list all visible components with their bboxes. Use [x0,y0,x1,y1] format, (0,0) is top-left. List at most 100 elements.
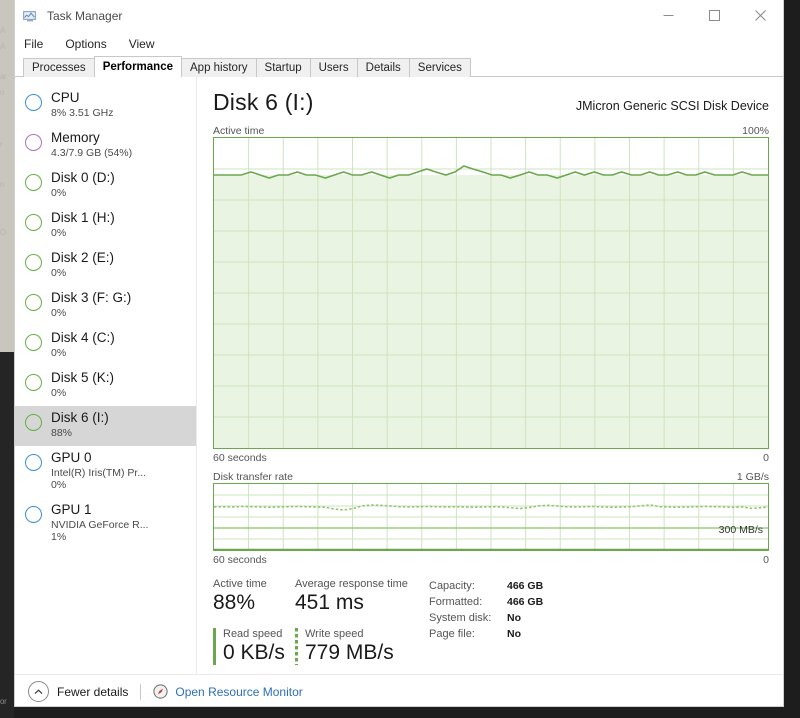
disk-ring-icon [25,254,42,271]
sidebar-item-label: Disk 0 (D:) [51,170,115,185]
sidebar-item-sub2: 0% [51,479,67,492]
graph1-axis-left: 60 seconds [213,452,267,464]
sidebar-item-disk-3[interactable]: Disk 3 (F: G:) 0% [15,286,196,326]
graph2-read-line [214,548,768,550]
disk-info-table: Capacity: 466 GB Formatted: 466 GB Syste… [429,578,543,665]
window-title: Task Manager [47,8,123,23]
sidebar-item-gpu-1[interactable]: GPU 1 NVIDIA GeForce R... 1% [15,498,196,550]
read-speed-legend: Read speed 0 KB/s [213,628,295,665]
sidebar-item-cpu[interactable]: CPU 8% 3.51 GHz [15,86,196,126]
task-manager-icon [22,8,38,24]
tab-users[interactable]: Users [309,58,358,77]
desktop-text-fragment: or [0,697,7,706]
disk-ring-icon [25,174,42,191]
sidebar-item-gpu-0[interactable]: GPU 0 Intel(R) Iris(TM) Pr... 0% [15,446,196,498]
read-speed-color-bar [213,628,216,665]
maximize-button[interactable] [691,0,737,31]
footer-divider [140,683,142,700]
fewer-details-button[interactable]: Fewer details [28,681,128,702]
read-speed-value: 0 KB/s [223,641,285,664]
menu-options[interactable]: Options [65,37,106,51]
stat-response-time: Average response time 451 ms Write speed… [295,578,413,665]
active-time-value: 88% [213,591,256,614]
graph1-title: Active time [213,125,265,137]
resource-monitor-icon [153,684,168,699]
write-speed-value: 779 MB/s [305,641,394,664]
graph2-labels: Disk transfer rate 1 GB/s [213,471,769,483]
chevron-up-icon [28,681,49,702]
disk-ring-icon [25,294,42,311]
sidebar-item-sub: Intel(R) Iris(TM) Pr... [51,467,147,480]
page-title: Disk 6 (I:) [213,89,314,115]
sidebar-item-disk-1[interactable]: Disk 1 (H:) 0% [15,206,196,246]
sidebar-item-label: Disk 1 (H:) [51,210,115,225]
graph2-mid-label: 300 MB/s [718,524,763,536]
sidebar-item-label: Disk 4 (C:) [51,330,115,345]
status-bar: Fewer details Open Resource Monitor [15,674,783,706]
graph1-axis: 60 seconds 0 [213,452,769,464]
sidebar-item-sub: 0% [51,227,67,240]
menu-view[interactable]: View [129,37,155,51]
device-name: JMicron Generic SCSI Disk Device [575,99,769,113]
gpu-ring-icon [25,454,42,471]
write-speed-color-bar [295,628,298,665]
sidebar-item-sub: 8% 3.51 GHz [51,107,114,120]
memory-ring-icon [25,134,42,151]
gpu-ring-icon [25,506,42,523]
desktop-background-dark [0,352,14,718]
sidebar-item-label: Disk 6 (I:) [51,410,109,425]
sidebar-item-disk-4[interactable]: Disk 4 (C:) 0% [15,326,196,366]
title-bar: Task Manager [15,0,783,31]
fewer-details-label: Fewer details [57,684,129,699]
menu-file[interactable]: File [24,37,43,51]
desktop-text-fragment: A [0,26,6,35]
stats-area: Active time 88% Read speed 0 KB/s Averag… [213,578,769,665]
info-key: Formatted: [429,596,483,608]
sidebar-item-disk-6[interactable]: Disk 6 (I:) 88% [15,406,196,446]
info-value: 466 GB [507,580,544,592]
graph2-axis-left: 60 seconds [213,554,267,566]
response-time-value: 451 ms [295,591,364,614]
tab-startup[interactable]: Startup [255,58,311,77]
info-value: No [507,612,521,624]
performance-main-panel: Disk 6 (I:) JMicron Generic SCSI Disk De… [197,77,783,674]
disk-ring-icon [25,214,42,231]
close-button[interactable] [737,0,783,31]
cpu-ring-icon [25,94,42,111]
info-key: System disk: [429,612,492,624]
menu-bar: File Options View [15,31,783,56]
window-controls [645,0,783,31]
sidebar-item-label: Disk 3 (F: G:) [51,290,132,305]
graph1-axis-right: 0 [763,452,769,464]
sidebar-item-label: Disk 5 (K:) [51,370,115,385]
tab-bar: Processes Performance App history Startu… [15,56,783,78]
tab-performance[interactable]: Performance [93,56,182,78]
sidebar-item-memory[interactable]: Memory 4.3/7.9 GB (54%) [15,126,196,166]
disk-transfer-rate-graph: 300 MB/s [213,483,769,551]
graph2-title: Disk transfer rate [213,471,293,483]
sidebar-item-disk-2[interactable]: Disk 2 (E:) 0% [15,246,196,286]
tab-processes[interactable]: Processes [23,58,95,77]
info-value: 466 GB [507,596,544,608]
tab-services[interactable]: Services [408,58,471,77]
table-row: Formatted: 466 GB [429,594,543,610]
write-speed-label: Write speed [305,628,364,640]
performance-sidebar: CPU 8% 3.51 GHz Memory 4.3/7.9 GB (54%) … [15,77,197,674]
active-time-label: Active time [213,578,267,590]
graph1-max: 100% [742,125,769,137]
tab-app-history[interactable]: App history [181,58,257,77]
tab-details[interactable]: Details [356,58,410,77]
write-speed-legend: Write speed 779 MB/s [295,628,413,665]
content-area: CPU 8% 3.51 GHz Memory 4.3/7.9 GB (54%) … [15,77,783,674]
sidebar-item-sub: 0% [51,347,67,360]
minimize-button[interactable] [645,0,691,31]
open-resource-monitor-link[interactable]: Open Resource Monitor [153,684,303,699]
resource-monitor-label: Open Resource Monitor [175,684,303,699]
response-time-label: Average response time [295,578,408,590]
desktop-text-fragment: A [0,42,6,51]
sidebar-item-disk-0[interactable]: Disk 0 (D:) 0% [15,166,196,206]
desktop-text-fragment: r [0,140,3,149]
desktop-text-fragment: ar [0,72,7,81]
sidebar-item-disk-5[interactable]: Disk 5 (K:) 0% [15,366,196,406]
sidebar-item-sub: 88% [51,427,73,440]
